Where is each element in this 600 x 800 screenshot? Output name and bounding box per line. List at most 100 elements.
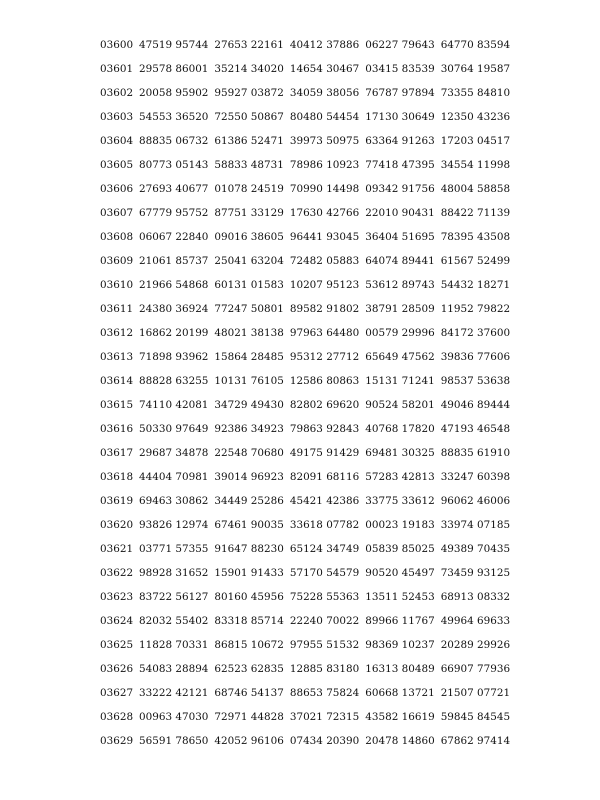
- digit-group: 33974 07185: [440, 519, 511, 531]
- digit-group: 88828 63255: [139, 375, 209, 387]
- table-row: 03629 56591 78650 42052 96106 07434 20390 20…: [100, 729, 510, 753]
- digit-group: 22240 70022: [289, 615, 360, 627]
- digit-group: 42052 96106: [214, 735, 284, 747]
- digit-group: 72482 05883: [289, 255, 360, 267]
- digit-group: 20478 14860: [365, 735, 435, 747]
- table-row: 03605 80773 05143 58833 48731 78986 10923 77…: [100, 153, 510, 177]
- digit-group: 33222 42121: [139, 687, 209, 699]
- digit-group: 11952 79822: [440, 303, 511, 315]
- digit-group: 34554 11998: [440, 159, 511, 171]
- table-row: 03601 29578 86001 35214 34020 14654 30467 03…: [100, 57, 510, 81]
- digit-group: 73459 93125: [440, 567, 511, 579]
- digit-group: 40768 17820: [365, 423, 435, 435]
- row-number: 03604: [100, 135, 134, 147]
- digit-group: 70990 14498: [289, 183, 360, 195]
- digit-group: 17630 42766: [289, 207, 360, 219]
- table-row: 03619 69463 30862 34449 25286 45421 42386 33…: [100, 489, 510, 513]
- digit-group: 64074 89441: [365, 255, 435, 267]
- digit-group: 77247 50801: [214, 303, 284, 315]
- digit-group: 65124 34749: [289, 543, 360, 555]
- digit-group: 72971 44828: [214, 711, 284, 723]
- digit-group: 12586 80863: [289, 375, 360, 387]
- table-row: 03609 21061 85737 25041 63204 72482 05883 64…: [100, 249, 510, 273]
- digit-group: 73355 84810: [440, 87, 511, 99]
- digit-group: 40412 37886: [289, 39, 360, 51]
- digit-group: 87751 33129: [214, 207, 284, 219]
- row-number: 03601: [100, 63, 134, 75]
- table-row: 03626 54083 28894 62523 62835 12885 83180 16…: [100, 657, 510, 681]
- digit-group: 47519 95744: [139, 39, 209, 51]
- digit-group: 37021 72315: [289, 711, 360, 723]
- digit-group: 49964 69633: [440, 615, 511, 627]
- digit-group: 12885 83180: [289, 663, 360, 675]
- digit-group: 01078 24519: [214, 183, 284, 195]
- digit-group: 21507 07721: [440, 687, 511, 699]
- digit-group: 20289 29926: [440, 639, 511, 651]
- digit-group: 83318 85714: [214, 615, 284, 627]
- digit-group: 47193 46548: [440, 423, 511, 435]
- digit-group: 10207 95123: [289, 279, 360, 291]
- row-number: 03629: [100, 735, 134, 747]
- table-row: 03600 47519 95744 27653 22161 40412 37886 06…: [100, 33, 510, 57]
- table-row: 03625 11828 70331 86815 10672 97955 51532 98…: [100, 633, 510, 657]
- random-digits-table: 03600 47519 95744 27653 22161 40412 37886 06…: [100, 33, 510, 753]
- table-row: 03603 54553 36520 72550 50867 80480 54454 17…: [100, 105, 510, 129]
- table-row: 03621 03771 57355 91647 88230 65124 34749 05…: [100, 537, 510, 561]
- table-row: 03604 88835 06732 61386 52471 39973 50975 63…: [100, 129, 510, 153]
- table-row: 03615 74110 42081 34729 49430 82802 69620 90…: [100, 393, 510, 417]
- digit-group: 97955 51532: [289, 639, 360, 651]
- table-row: 03607 67779 95752 87751 33129 17630 42766 22…: [100, 201, 510, 225]
- digit-group: 97963 64480: [289, 327, 360, 339]
- digit-group: 90524 58201: [365, 399, 435, 411]
- digit-group: 82091 68116: [289, 471, 360, 483]
- digit-group: 25041 63204: [214, 255, 284, 267]
- digit-group: 20058 95902: [139, 87, 209, 99]
- digit-group: 63364 91263: [365, 135, 435, 147]
- digit-group: 54083 28894: [139, 663, 209, 675]
- digit-group: 10131 76105: [214, 375, 284, 387]
- row-number: 03628: [100, 711, 134, 723]
- row-number: 03603: [100, 111, 134, 123]
- row-number: 03622: [100, 567, 134, 579]
- row-number: 03615: [100, 399, 134, 411]
- digit-group: 43582 16619: [365, 711, 435, 723]
- row-number: 03626: [100, 663, 134, 675]
- digit-group: 67461 90035: [214, 519, 284, 531]
- row-number: 03625: [100, 639, 134, 651]
- row-number: 03624: [100, 615, 134, 627]
- digit-group: 95312 27712: [289, 351, 360, 363]
- row-number: 03618: [100, 471, 134, 483]
- digit-group: 72550 50867: [214, 111, 284, 123]
- row-number: 03612: [100, 327, 134, 339]
- row-number: 03602: [100, 87, 134, 99]
- digit-group: 84172 37600: [440, 327, 511, 339]
- digit-group: 09016 38605: [214, 231, 284, 243]
- digit-group: 77418 47395: [365, 159, 435, 171]
- digit-group: 79863 92843: [289, 423, 360, 435]
- digit-group: 07434 20390: [289, 735, 360, 747]
- digit-group: 82032 55402: [139, 615, 209, 627]
- digit-group: 66907 77936: [440, 663, 511, 675]
- row-number: 03616: [100, 423, 134, 435]
- digit-group: 93826 12974: [139, 519, 209, 531]
- digit-group: 98928 31652: [139, 567, 209, 579]
- digit-group: 78395 43508: [440, 231, 511, 243]
- table-row: 03610 21966 54868 60131 01583 10207 95123 53…: [100, 273, 510, 297]
- digit-group: 64770 83594: [440, 39, 511, 51]
- digit-group: 00963 47030: [139, 711, 209, 723]
- digit-group: 80773 05143: [139, 159, 209, 171]
- digit-group: 50330 97649: [139, 423, 209, 435]
- table-row: 03613 71898 93962 15864 28485 95312 27712 65…: [100, 345, 510, 369]
- digit-group: 06067 22840: [139, 231, 209, 243]
- digit-group: 88835 61910: [440, 447, 511, 459]
- table-row: 03624 82032 55402 83318 85714 22240 70022 89…: [100, 609, 510, 633]
- digit-group: 00579 29996: [365, 327, 435, 339]
- document-page: 03600 47519 95744 27653 22161 40412 37886 06…: [0, 0, 600, 800]
- digit-group: 39836 77606: [440, 351, 511, 363]
- row-number: 03608: [100, 231, 134, 243]
- table-row: 03617 29687 34878 22548 70680 49175 91429 69…: [100, 441, 510, 465]
- digit-group: 49046 89444: [440, 399, 511, 411]
- digit-group: 00023 19183: [365, 519, 435, 531]
- digit-group: 68913 08332: [440, 591, 511, 603]
- digit-group: 16313 80489: [365, 663, 435, 675]
